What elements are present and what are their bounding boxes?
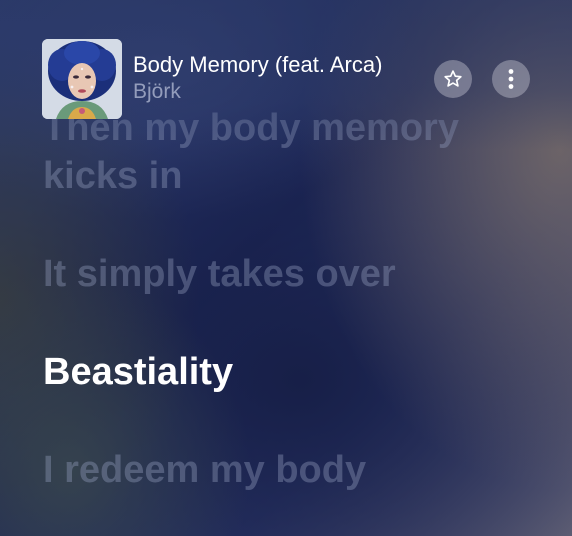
lyric-spacer (43, 298, 563, 348)
lyrics-view[interactable]: Then my body memory kicks in It simply t… (43, 107, 563, 494)
favorite-button[interactable] (434, 60, 472, 98)
now-playing-header: Body Memory (feat. Arca) Björk (42, 39, 532, 119)
more-options-button[interactable] (492, 60, 530, 98)
lyric-line[interactable]: I redeem my body (43, 446, 563, 494)
active-lyric-line[interactable]: Beastiality (43, 348, 563, 396)
lyric-line[interactable]: It simply takes over (43, 250, 563, 298)
album-cover[interactable] (42, 39, 122, 119)
lyric-spacer (43, 396, 563, 446)
lyric-line[interactable]: kicks in (43, 152, 563, 200)
track-info: Body Memory (feat. Arca) Björk (133, 51, 382, 105)
star-icon (444, 70, 462, 87)
lyric-spacer (43, 200, 563, 250)
track-artist[interactable]: Björk (133, 78, 382, 105)
album-cover-art-icon (42, 39, 122, 119)
more-vertical-icon (508, 69, 514, 89)
track-title[interactable]: Body Memory (feat. Arca) (133, 51, 382, 78)
